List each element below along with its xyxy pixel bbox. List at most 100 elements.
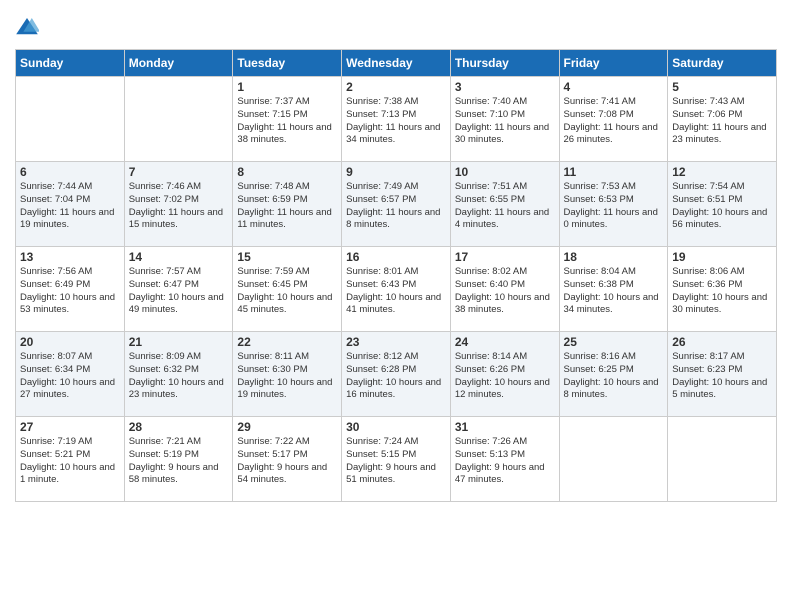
day-info: Sunrise: 7:53 AM Sunset: 6:53 PM Dayligh…: [564, 181, 664, 232]
day-number: 23: [346, 335, 446, 349]
day-info: Sunrise: 8:16 AM Sunset: 6:25 PM Dayligh…: [564, 351, 664, 402]
calendar-cell: 15Sunrise: 7:59 AM Sunset: 6:45 PM Dayli…: [233, 247, 342, 332]
day-number: 20: [20, 335, 120, 349]
calendar-week-row: 1 Sunrise: 7:37 AM Sunset: 7:15 PM Daylig…: [16, 77, 777, 162]
calendar-cell: 11 Sunrise: 7:53 AM Sunset: 6:53 PM Dayli…: [559, 162, 668, 247]
calendar-cell: 20 Sunrise: 8:07 AM Sunset: 6:34 PM Dayli…: [16, 332, 125, 417]
day-info: Sunrise: 7:19 AM Sunset: 5:21 PM Dayligh…: [20, 436, 120, 487]
day-number: 28: [129, 420, 229, 434]
day-info: Sunrise: 8:01 AM Sunset: 6:43 PM Dayligh…: [346, 266, 446, 317]
day-info: Sunrise: 7:48 AM Sunset: 6:59 PM Dayligh…: [237, 181, 337, 232]
day-number: 24: [455, 335, 555, 349]
day-number: 6: [20, 165, 120, 179]
day-info: Sunrise: 7:38 AM Sunset: 7:13 PM Dayligh…: [346, 96, 446, 147]
calendar-cell: 8 Sunrise: 7:48 AM Sunset: 6:59 PM Daylig…: [233, 162, 342, 247]
calendar-cell: [668, 417, 777, 502]
day-info: Sunrise: 8:11 AM Sunset: 6:30 PM Dayligh…: [237, 351, 337, 402]
day-info: Sunrise: 8:06 AM Sunset: 6:36 PM Dayligh…: [672, 266, 772, 317]
calendar-cell: 17 Sunrise: 8:02 AM Sunset: 6:40 PM Dayli…: [450, 247, 559, 332]
day-info: Sunrise: 8:12 AM Sunset: 6:28 PM Dayligh…: [346, 351, 446, 402]
day-info: Sunrise: 7:43 AM Sunset: 7:06 PM Dayligh…: [672, 96, 772, 147]
calendar-cell: 22 Sunrise: 8:11 AM Sunset: 6:30 PM Dayli…: [233, 332, 342, 417]
calendar-cell: 25 Sunrise: 8:16 AM Sunset: 6:25 PM Dayli…: [559, 332, 668, 417]
day-number: 13: [20, 250, 120, 264]
day-number: 17: [455, 250, 555, 264]
day-info: Sunrise: 7:37 AM Sunset: 7:15 PM Dayligh…: [237, 96, 337, 147]
calendar-table: SundayMondayTuesdayWednesdayThursdayFrid…: [15, 49, 777, 502]
logo-icon: [15, 15, 39, 39]
calendar-cell: 7 Sunrise: 7:46 AM Sunset: 7:02 PM Daylig…: [124, 162, 233, 247]
day-number: 25: [564, 335, 664, 349]
calendar-week-row: 20 Sunrise: 8:07 AM Sunset: 6:34 PM Dayli…: [16, 332, 777, 417]
header-row: SundayMondayTuesdayWednesdayThursdayFrid…: [16, 50, 777, 77]
day-info: Sunrise: 7:51 AM Sunset: 6:55 PM Dayligh…: [455, 181, 555, 232]
calendar-body: 1 Sunrise: 7:37 AM Sunset: 7:15 PM Daylig…: [16, 77, 777, 502]
day-info: Sunrise: 7:57 AM Sunset: 6:47 PM Dayligh…: [129, 266, 229, 317]
day-number: 18: [564, 250, 664, 264]
weekday-header: Monday: [124, 50, 233, 77]
weekday-header: Sunday: [16, 50, 125, 77]
day-number: 19: [672, 250, 772, 264]
day-number: 5: [672, 80, 772, 94]
day-info: Sunrise: 7:44 AM Sunset: 7:04 PM Dayligh…: [20, 181, 120, 232]
day-info: Sunrise: 7:22 AM Sunset: 5:17 PM Dayligh…: [237, 436, 337, 487]
calendar-cell: 13 Sunrise: 7:56 AM Sunset: 6:49 PM Dayli…: [16, 247, 125, 332]
calendar-header: SundayMondayTuesdayWednesdayThursdayFrid…: [16, 50, 777, 77]
day-info: Sunrise: 7:41 AM Sunset: 7:08 PM Dayligh…: [564, 96, 664, 147]
calendar-cell: 29 Sunrise: 7:22 AM Sunset: 5:17 PM Dayli…: [233, 417, 342, 502]
day-info: Sunrise: 8:04 AM Sunset: 6:38 PM Dayligh…: [564, 266, 664, 317]
weekday-header: Saturday: [668, 50, 777, 77]
calendar-week-row: 13 Sunrise: 7:56 AM Sunset: 6:49 PM Dayli…: [16, 247, 777, 332]
day-number: 1: [237, 80, 337, 94]
calendar-cell: 12 Sunrise: 7:54 AM Sunset: 6:51 PM Dayli…: [668, 162, 777, 247]
day-info: Sunrise: 8:07 AM Sunset: 6:34 PM Dayligh…: [20, 351, 120, 402]
calendar-cell: 21 Sunrise: 8:09 AM Sunset: 6:32 PM Dayli…: [124, 332, 233, 417]
calendar-cell: 1 Sunrise: 7:37 AM Sunset: 7:15 PM Daylig…: [233, 77, 342, 162]
day-info: Sunrise: 7:59 AM Sunset: 6:45 PM Dayligh…: [237, 266, 337, 317]
day-number: 22: [237, 335, 337, 349]
day-info: Sunrise: 7:46 AM Sunset: 7:02 PM Dayligh…: [129, 181, 229, 232]
day-number: 2: [346, 80, 446, 94]
day-number: 30: [346, 420, 446, 434]
calendar-cell: 2 Sunrise: 7:38 AM Sunset: 7:13 PM Daylig…: [342, 77, 451, 162]
day-info: Sunrise: 8:02 AM Sunset: 6:40 PM Dayligh…: [455, 266, 555, 317]
calendar-cell: 16 Sunrise: 8:01 AM Sunset: 6:43 PM Dayli…: [342, 247, 451, 332]
day-number: 27: [20, 420, 120, 434]
day-info: Sunrise: 7:21 AM Sunset: 5:19 PM Dayligh…: [129, 436, 229, 487]
day-number: 14: [129, 250, 229, 264]
day-info: Sunrise: 7:54 AM Sunset: 6:51 PM Dayligh…: [672, 181, 772, 232]
day-number: 11: [564, 165, 664, 179]
header: [15, 15, 777, 39]
calendar-cell: 6 Sunrise: 7:44 AM Sunset: 7:04 PM Daylig…: [16, 162, 125, 247]
day-info: Sunrise: 8:09 AM Sunset: 6:32 PM Dayligh…: [129, 351, 229, 402]
day-number: 8: [237, 165, 337, 179]
calendar-week-row: 27 Sunrise: 7:19 AM Sunset: 5:21 PM Dayli…: [16, 417, 777, 502]
calendar-cell: 10Sunrise: 7:51 AM Sunset: 6:55 PM Dayli…: [450, 162, 559, 247]
calendar-cell: 30Sunrise: 7:24 AM Sunset: 5:15 PM Dayli…: [342, 417, 451, 502]
day-info: Sunrise: 7:49 AM Sunset: 6:57 PM Dayligh…: [346, 181, 446, 232]
calendar-cell: 24 Sunrise: 8:14 AM Sunset: 6:26 PM Dayli…: [450, 332, 559, 417]
calendar-cell: [16, 77, 125, 162]
calendar-cell: 18 Sunrise: 8:04 AM Sunset: 6:38 PM Dayli…: [559, 247, 668, 332]
calendar-cell: 26 Sunrise: 8:17 AM Sunset: 6:23 PM Dayli…: [668, 332, 777, 417]
calendar-cell: 23 Sunrise: 8:12 AM Sunset: 6:28 PM Dayli…: [342, 332, 451, 417]
day-number: 26: [672, 335, 772, 349]
day-number: 4: [564, 80, 664, 94]
day-info: Sunrise: 7:40 AM Sunset: 7:10 PM Dayligh…: [455, 96, 555, 147]
logo: [15, 15, 43, 39]
calendar-cell: 31Sunrise: 7:26 AM Sunset: 5:13 PM Dayli…: [450, 417, 559, 502]
day-number: 16: [346, 250, 446, 264]
day-number: 7: [129, 165, 229, 179]
weekday-header: Wednesday: [342, 50, 451, 77]
calendar-week-row: 6 Sunrise: 7:44 AM Sunset: 7:04 PM Daylig…: [16, 162, 777, 247]
day-info: Sunrise: 8:14 AM Sunset: 6:26 PM Dayligh…: [455, 351, 555, 402]
day-number: 9: [346, 165, 446, 179]
day-info: Sunrise: 7:56 AM Sunset: 6:49 PM Dayligh…: [20, 266, 120, 317]
day-info: Sunrise: 8:17 AM Sunset: 6:23 PM Dayligh…: [672, 351, 772, 402]
day-info: Sunrise: 7:26 AM Sunset: 5:13 PM Dayligh…: [455, 436, 555, 487]
calendar-cell: 19 Sunrise: 8:06 AM Sunset: 6:36 PM Dayli…: [668, 247, 777, 332]
day-number: 12: [672, 165, 772, 179]
day-number: 21: [129, 335, 229, 349]
calendar-cell: 3Sunrise: 7:40 AM Sunset: 7:10 PM Daylig…: [450, 77, 559, 162]
day-number: 29: [237, 420, 337, 434]
